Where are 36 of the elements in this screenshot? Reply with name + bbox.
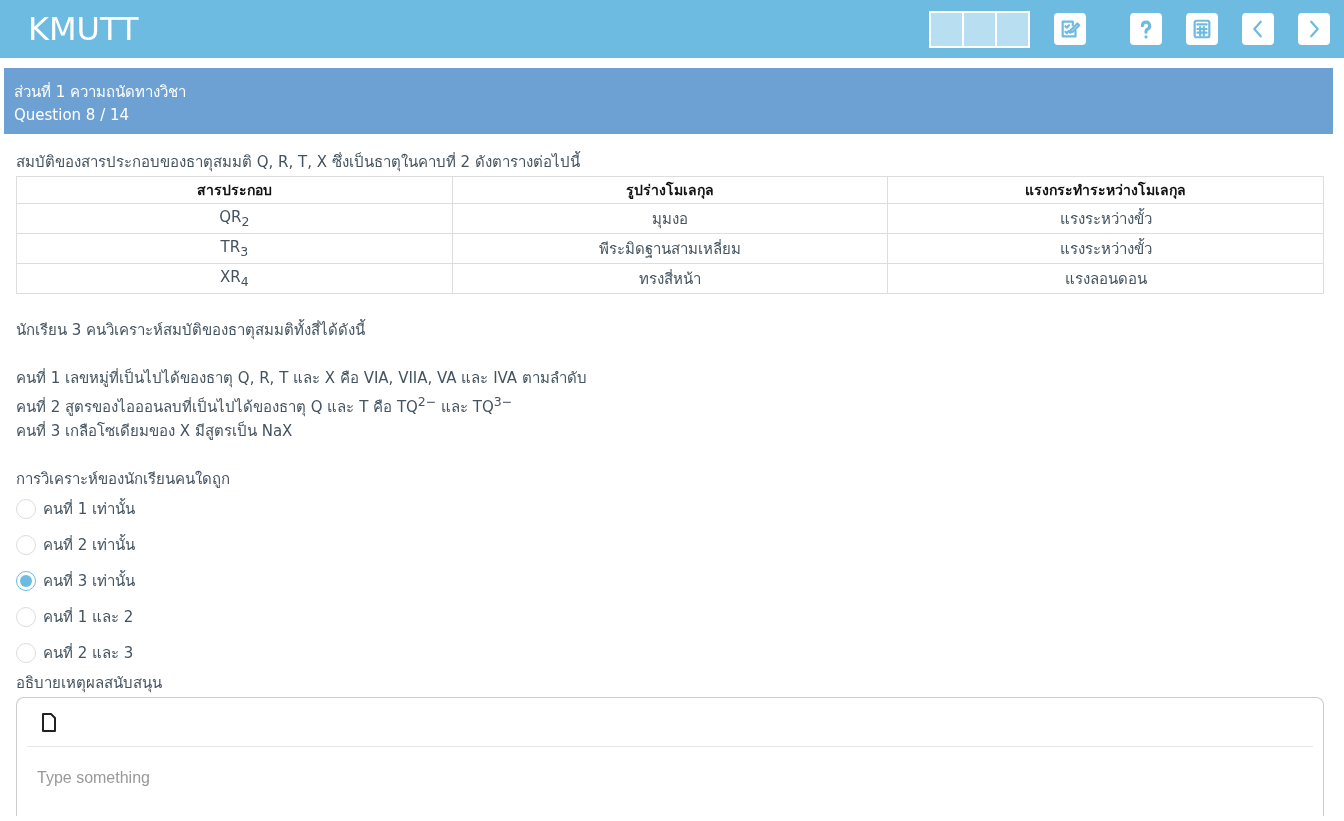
calculator-button[interactable] [1186, 13, 1218, 45]
checklist-edit-button[interactable] [1054, 13, 1086, 45]
section-title: ส่วนที่ 1 ความถนัดทางวิชา [14, 81, 188, 103]
option-label[interactable]: คนที่ 2 และ 3 [43, 641, 134, 665]
checklist-edit-icon [1059, 18, 1081, 40]
calculator-icon [1191, 18, 1213, 40]
option-label[interactable]: คนที่ 2 เท่านั้น [43, 533, 136, 557]
analysis-intro: นักเรียน 3 คนวิเคราะห์สมบัติของธาตุสมมติทั้งสี่ได้ดังนี้ [16, 318, 367, 342]
table-cell: พีระมิดฐานสามเหลี่ยม [452, 233, 888, 264]
table-cell: XR$_{4}$ [16, 263, 453, 294]
app-title: KMUTT [28, 10, 140, 48]
question-intro: สมบัติของสารประกอบของธาตุสมมติ Q, R, T, X ซึ่งเป็นธาตุในคาบที่ 2 ดังตารางต่อไปนี้ [16, 150, 582, 174]
column-header: สารประกอบ [16, 176, 453, 204]
option-label[interactable]: คนที่ 3 เท่านั้น [43, 569, 136, 593]
document-icon [41, 712, 57, 732]
table-cell: QR$_{2}$ [16, 203, 453, 234]
option-label[interactable]: คนที่ 1 เท่านั้น [43, 497, 136, 521]
table-cell: ทรงสี่หน้า [452, 263, 888, 294]
option-label[interactable]: คนที่ 1 และ 2 [43, 605, 134, 629]
explanation-label: อธิบายเหตุผลสนับสนุน [16, 673, 163, 695]
column-header: แรงกระทำระหว่างโมเลกุล [887, 176, 1324, 204]
table-cell: TR$_{3}$ [16, 233, 453, 264]
table-cell: แรงระหว่างขั้ว [887, 203, 1324, 234]
help-button[interactable] [1130, 13, 1162, 45]
next-button[interactable] [1298, 13, 1330, 45]
student-statement: คนที่ 2 สูตรของไอออนลบที่เป็นไปได้ของธาตุ Q และ T คือ TQ$^{2−}$ และ TQ$^{3−}$ [16, 393, 514, 419]
previous-button[interactable] [1242, 13, 1274, 45]
table-cell: แรงลอนดอน [887, 263, 1324, 294]
student-statement: คนที่ 1 เลขหมู่ที่เป็นไปได้ของธาตุ Q, R, T และ X คือ VIA, VIIA, VA และ IVA ตามลำดับ [16, 367, 588, 390]
student-statement: คนที่ 3 เกลือโซเดียมของ X มีสูตรเป็น NaX [16, 420, 294, 442]
column-header: รูปร่างโมเลกุล [452, 176, 888, 204]
rich-text-editor[interactable]: Type something [16, 697, 1324, 816]
question-prompt: การวิเคราะห์ของนักเรียนคนใดถูก [16, 469, 231, 490]
table-cell: แรงระหว่างขั้ว [887, 233, 1324, 264]
question-number: Question 8 / 14 [14, 106, 131, 124]
table-cell: มุมงอ [452, 203, 888, 234]
